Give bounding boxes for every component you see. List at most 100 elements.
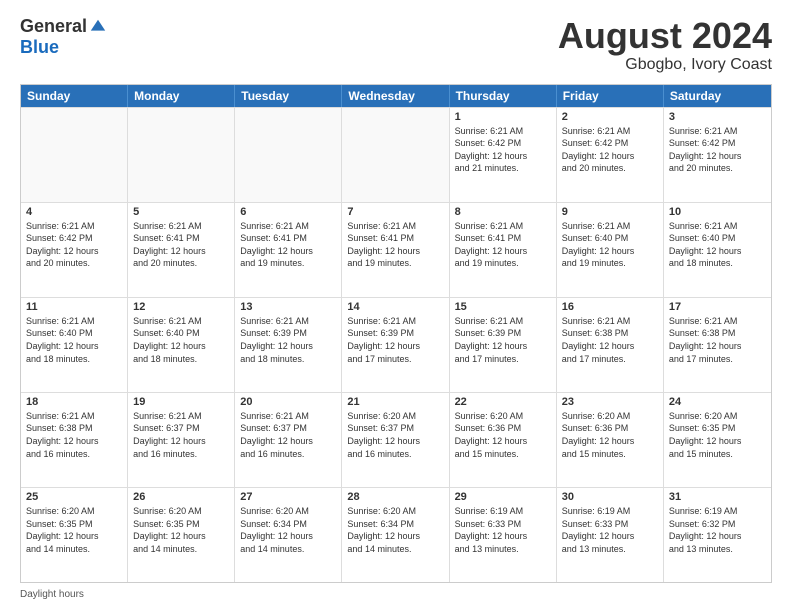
day-number: 16 (562, 301, 658, 313)
day-number: 13 (240, 301, 336, 313)
calendar-subtitle: Gbogbo, Ivory Coast (558, 56, 772, 74)
day-info: Sunrise: 6:21 AM Sunset: 6:41 PM Dayligh… (347, 220, 443, 270)
day-info: Sunrise: 6:21 AM Sunset: 6:38 PM Dayligh… (26, 410, 122, 460)
cal-header-tuesday: Tuesday (235, 85, 342, 107)
cal-cell-1-5: 1Sunrise: 6:21 AM Sunset: 6:42 PM Daylig… (450, 108, 557, 202)
day-number: 14 (347, 301, 443, 313)
calendar-header-row: SundayMondayTuesdayWednesdayThursdayFrid… (21, 85, 771, 107)
day-number: 19 (133, 396, 229, 408)
day-info: Sunrise: 6:20 AM Sunset: 6:36 PM Dayligh… (455, 410, 551, 460)
cal-cell-4-5: 22Sunrise: 6:20 AM Sunset: 6:36 PM Dayli… (450, 393, 557, 487)
day-number: 23 (562, 396, 658, 408)
cal-cell-2-7: 10 Sunrise: 6:21 AM Sunset: 6:40 PM Dayli… (664, 203, 771, 297)
cal-header-friday: Friday (557, 85, 664, 107)
day-number: 6 (240, 206, 336, 218)
cal-cell-1-7: 3Sunrise: 6:21 AM Sunset: 6:42 PM Daylig… (664, 108, 771, 202)
cal-cell-3-3: 13Sunrise: 6:21 AM Sunset: 6:39 PM Dayli… (235, 298, 342, 392)
day-number: 9 (562, 206, 658, 218)
day-number: 10 (669, 206, 766, 218)
day-info: Sunrise: 6:20 AM Sunset: 6:35 PM Dayligh… (26, 505, 122, 555)
calendar: SundayMondayTuesdayWednesdayThursdayFrid… (20, 84, 772, 583)
cal-cell-2-6: 9 Sunrise: 6:21 AM Sunset: 6:40 PM Daylig… (557, 203, 664, 297)
day-info: Sunrise: 6:20 AM Sunset: 6:37 PM Dayligh… (347, 410, 443, 460)
cal-header-sunday: Sunday (21, 85, 128, 107)
day-info: Sunrise: 6:21 AM Sunset: 6:37 PM Dayligh… (133, 410, 229, 460)
day-info: Sunrise: 6:21 AM Sunset: 6:39 PM Dayligh… (347, 315, 443, 365)
cal-cell-3-5: 15 Sunrise: 6:21 AM Sunset: 6:39 PM Dayli… (450, 298, 557, 392)
day-info: Sunrise: 6:20 AM Sunset: 6:34 PM Dayligh… (240, 505, 336, 555)
cal-cell-3-2: 12Sunrise: 6:21 AM Sunset: 6:40 PM Dayli… (128, 298, 235, 392)
day-number: 24 (669, 396, 766, 408)
cal-cell-2-4: 7Sunrise: 6:21 AM Sunset: 6:41 PM Daylig… (342, 203, 449, 297)
day-number: 25 (26, 491, 122, 503)
cal-header-saturday: Saturday (664, 85, 771, 107)
cal-cell-1-3 (235, 108, 342, 202)
cal-cell-1-1 (21, 108, 128, 202)
logo-icon (89, 18, 107, 36)
day-info: Sunrise: 6:20 AM Sunset: 6:34 PM Dayligh… (347, 505, 443, 555)
cal-cell-4-1: 18Sunrise: 6:21 AM Sunset: 6:38 PM Dayli… (21, 393, 128, 487)
cal-cell-4-6: 23Sunrise: 6:20 AM Sunset: 6:36 PM Dayli… (557, 393, 664, 487)
day-info: Sunrise: 6:21 AM Sunset: 6:41 PM Dayligh… (455, 220, 551, 270)
logo-general: General (20, 16, 87, 37)
day-number: 2 (562, 111, 658, 123)
day-info: Sunrise: 6:20 AM Sunset: 6:35 PM Dayligh… (669, 410, 766, 460)
day-info: Sunrise: 6:21 AM Sunset: 6:39 PM Dayligh… (455, 315, 551, 365)
day-number: 30 (562, 491, 658, 503)
day-number: 5 (133, 206, 229, 218)
calendar-body: 1 Sunrise: 6:21 AM Sunset: 6:42 PM Daylig… (21, 107, 771, 582)
day-number: 31 (669, 491, 766, 503)
cal-cell-3-6: 16 Sunrise: 6:21 AM Sunset: 6:38 PM Dayli… (557, 298, 664, 392)
day-info: Sunrise: 6:21 AM Sunset: 6:38 PM Dayligh… (669, 315, 766, 365)
cal-cell-1-2 (128, 108, 235, 202)
day-number: 26 (133, 491, 229, 503)
cal-week-1: 1 Sunrise: 6:21 AM Sunset: 6:42 PM Daylig… (21, 107, 771, 202)
cal-cell-3-1: 11 Sunrise: 6:21 AM Sunset: 6:40 PM Dayli… (21, 298, 128, 392)
cal-cell-2-3: 6 Sunrise: 6:21 AM Sunset: 6:41 PM Daylig… (235, 203, 342, 297)
cal-week-2: 4Sunrise: 6:21 AM Sunset: 6:42 PM Daylig… (21, 202, 771, 297)
day-number: 27 (240, 491, 336, 503)
day-number: 29 (455, 491, 551, 503)
day-number: 8 (455, 206, 551, 218)
day-number: 11 (26, 301, 122, 313)
page: General Blue August 2024 Gbogbo, Ivory C… (0, 0, 792, 612)
cal-header-thursday: Thursday (450, 85, 557, 107)
day-number: 4 (26, 206, 122, 218)
cal-cell-5-3: 27 Sunrise: 6:20 AM Sunset: 6:34 PM Dayli… (235, 488, 342, 582)
cal-cell-5-4: 28 Sunrise: 6:20 AM Sunset: 6:34 PM Dayli… (342, 488, 449, 582)
cal-cell-5-2: 26 Sunrise: 6:20 AM Sunset: 6:35 PM Dayli… (128, 488, 235, 582)
day-number: 15 (455, 301, 551, 313)
cal-cell-2-5: 8 Sunrise: 6:21 AM Sunset: 6:41 PM Daylig… (450, 203, 557, 297)
day-number: 21 (347, 396, 443, 408)
logo-text: General (20, 16, 107, 37)
cal-cell-2-1: 4Sunrise: 6:21 AM Sunset: 6:42 PM Daylig… (21, 203, 128, 297)
day-number: 1 (455, 111, 551, 123)
day-info: Sunrise: 6:20 AM Sunset: 6:35 PM Dayligh… (133, 505, 229, 555)
cal-cell-1-4 (342, 108, 449, 202)
cal-header-monday: Monday (128, 85, 235, 107)
day-info: Sunrise: 6:21 AM Sunset: 6:40 PM Dayligh… (669, 220, 766, 270)
cal-cell-4-2: 19 Sunrise: 6:21 AM Sunset: 6:37 PM Dayli… (128, 393, 235, 487)
day-number: 28 (347, 491, 443, 503)
day-info: Sunrise: 6:21 AM Sunset: 6:38 PM Dayligh… (562, 315, 658, 365)
logo-blue: Blue (20, 37, 59, 57)
day-info: Sunrise: 6:21 AM Sunset: 6:42 PM Dayligh… (669, 125, 766, 175)
day-info: Sunrise: 6:21 AM Sunset: 6:40 PM Dayligh… (133, 315, 229, 365)
cal-cell-4-4: 21 Sunrise: 6:20 AM Sunset: 6:37 PM Dayli… (342, 393, 449, 487)
day-info: Sunrise: 6:21 AM Sunset: 6:42 PM Dayligh… (562, 125, 658, 175)
calendar-title: August 2024 (558, 16, 772, 56)
cal-week-4: 18Sunrise: 6:21 AM Sunset: 6:38 PM Dayli… (21, 392, 771, 487)
cal-cell-4-3: 20Sunrise: 6:21 AM Sunset: 6:37 PM Dayli… (235, 393, 342, 487)
cal-cell-5-5: 29 Sunrise: 6:19 AM Sunset: 6:33 PM Dayli… (450, 488, 557, 582)
day-info: Sunrise: 6:21 AM Sunset: 6:37 PM Dayligh… (240, 410, 336, 460)
cal-header-wednesday: Wednesday (342, 85, 449, 107)
cal-week-3: 11 Sunrise: 6:21 AM Sunset: 6:40 PM Dayli… (21, 297, 771, 392)
cal-cell-1-6: 2 Sunrise: 6:21 AM Sunset: 6:42 PM Daylig… (557, 108, 664, 202)
day-info: Sunrise: 6:21 AM Sunset: 6:40 PM Dayligh… (562, 220, 658, 270)
day-info: Sunrise: 6:21 AM Sunset: 6:40 PM Dayligh… (26, 315, 122, 365)
day-info: Sunrise: 6:21 AM Sunset: 6:41 PM Dayligh… (240, 220, 336, 270)
logo: General Blue (20, 16, 107, 58)
day-info: Sunrise: 6:19 AM Sunset: 6:33 PM Dayligh… (455, 505, 551, 555)
day-info: Sunrise: 6:21 AM Sunset: 6:41 PM Dayligh… (133, 220, 229, 270)
cal-cell-5-7: 31Sunrise: 6:19 AM Sunset: 6:32 PM Dayli… (664, 488, 771, 582)
